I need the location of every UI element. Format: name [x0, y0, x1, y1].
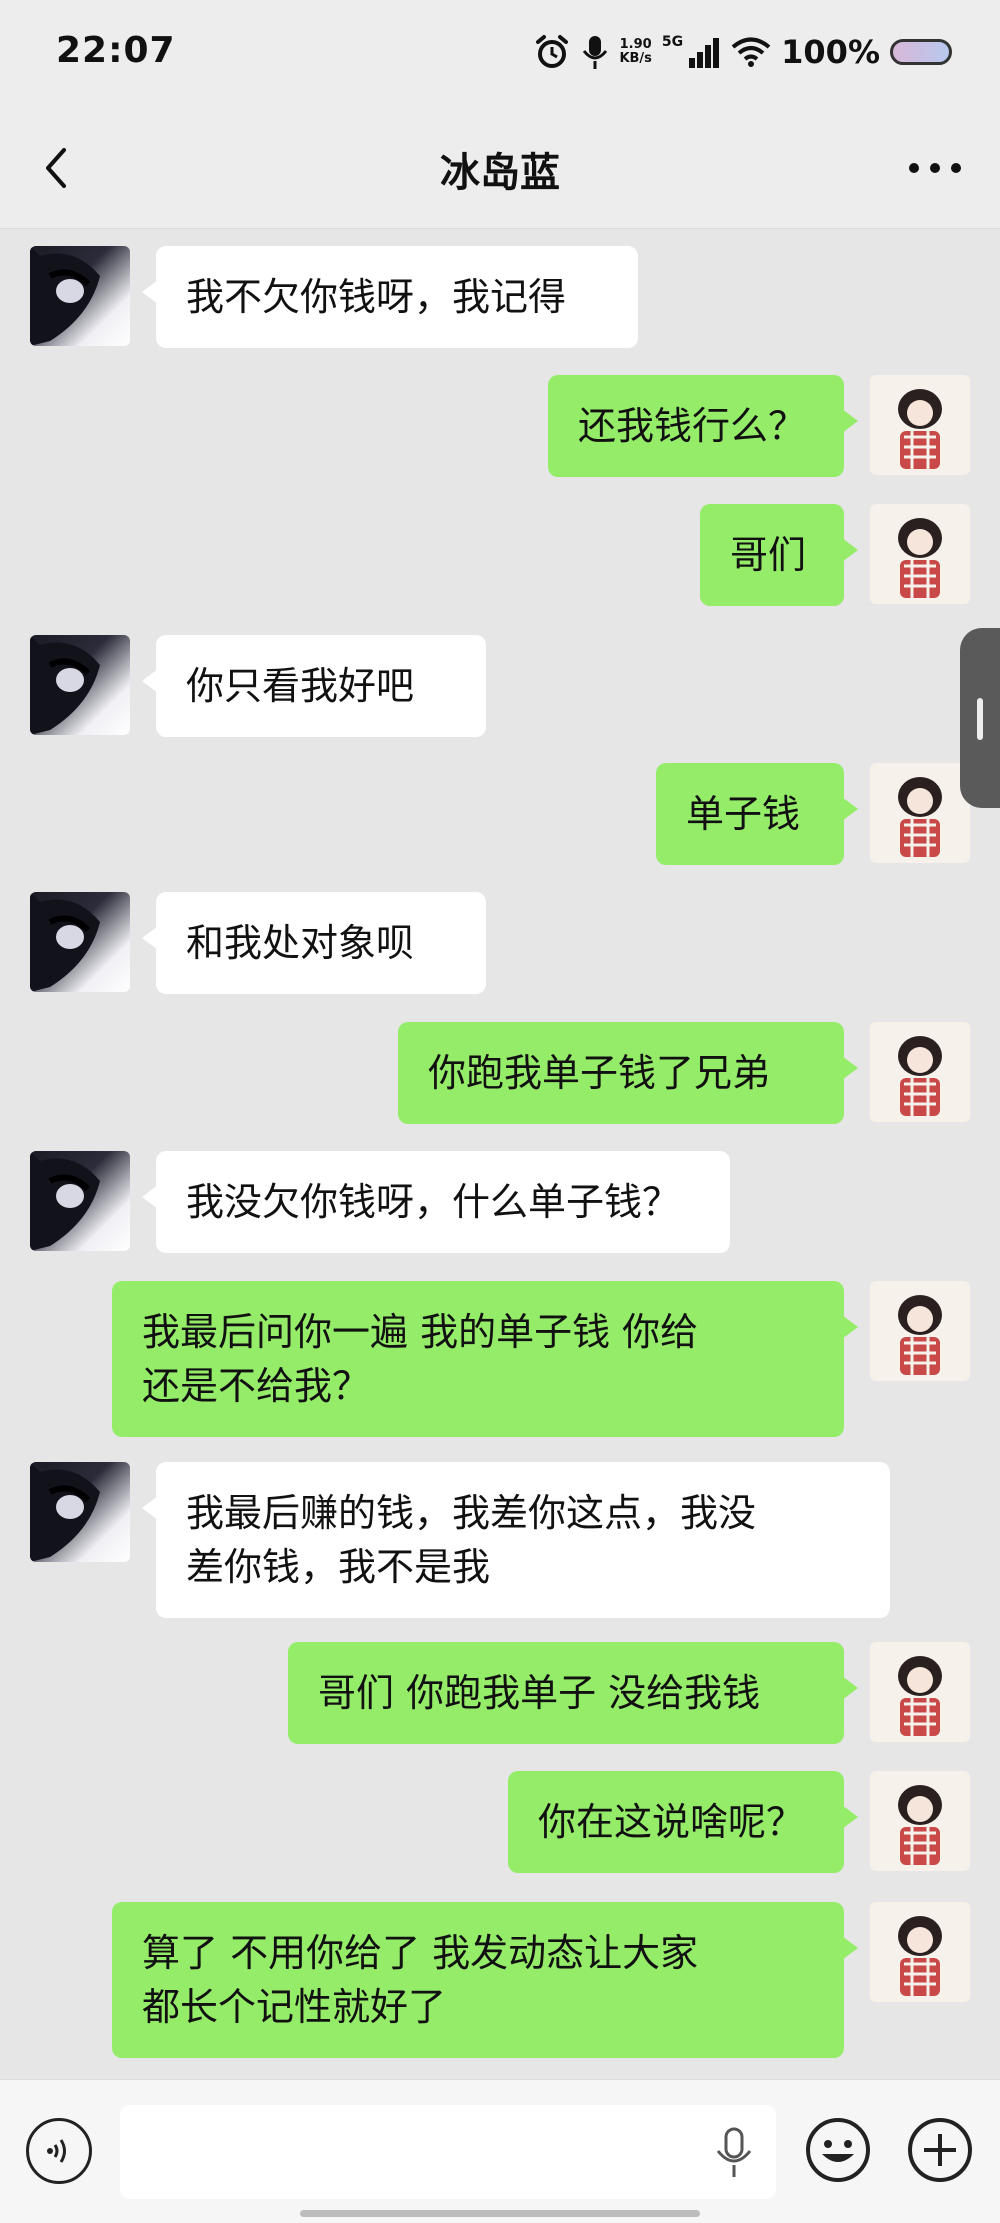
voice-input-button[interactable]: [26, 2118, 92, 2184]
side-scroll-handle[interactable]: [960, 628, 1000, 808]
wifi-icon: [731, 37, 771, 67]
home-indicator[interactable]: [300, 2210, 700, 2217]
received-message[interactable]: 我没欠你钱呀，什么单子钱？: [142, 1151, 730, 1253]
avatar-dark-figure-icon: [30, 1462, 100, 1562]
my-avatar[interactable]: [870, 1642, 970, 1742]
sent-message[interactable]: 你跑我单子钱了兄弟: [398, 1022, 858, 1124]
avatar-dark-figure-icon: [30, 1151, 100, 1251]
sent-message[interactable]: 还我钱行么？: [548, 375, 858, 477]
scroll-grip: [977, 698, 983, 740]
avatar-figure-icon: [898, 1656, 942, 1736]
sent-message[interactable]: 我最后问你一遍 我的单子钱 你给 还是不给我？: [112, 1281, 858, 1437]
cell-signal-icon: [689, 38, 720, 68]
avatar-figure-icon: [898, 1916, 942, 1996]
avatar-dark-figure-icon: [30, 246, 100, 346]
received-message[interactable]: 你只看我好吧: [142, 635, 486, 737]
sent-message[interactable]: 哥们: [700, 504, 858, 606]
more-dots-icon: [909, 163, 961, 173]
my-avatar[interactable]: [870, 1902, 970, 2002]
contact-avatar[interactable]: [30, 892, 130, 992]
my-avatar[interactable]: [870, 1771, 970, 1871]
net-speed-value: 1.90: [619, 37, 652, 52]
battery-icon: [890, 39, 952, 65]
avatar-figure-icon: [898, 1785, 942, 1865]
net-speed-unit: KB/s: [619, 51, 652, 66]
status-time: 22:07: [56, 30, 176, 71]
avatar-figure-icon: [898, 1036, 942, 1116]
received-message[interactable]: 我最后赚的钱，我差你这点，我没 差你钱，我不是我: [142, 1462, 890, 1618]
contact-avatar[interactable]: [30, 246, 130, 346]
mic-status-icon: [583, 36, 608, 69]
avatar-figure-icon: [898, 518, 942, 598]
chat-header: 冰岛蓝: [0, 110, 1000, 229]
sent-message[interactable]: 你在这说啥呢？: [508, 1771, 858, 1873]
my-avatar[interactable]: [870, 504, 970, 604]
my-avatar[interactable]: [870, 763, 970, 863]
plus-icon[interactable]: [906, 2116, 974, 2184]
chat-title: 冰岛蓝: [440, 150, 560, 196]
avatar-dark-figure-icon: [30, 635, 100, 735]
contact-avatar[interactable]: [30, 635, 130, 735]
status-bar: 22:07 1.90 KB/s 5G 100%: [0, 0, 1000, 110]
more-button[interactable]: [900, 140, 970, 196]
sent-message[interactable]: 哥们 你跑我单子 没给我钱: [288, 1642, 858, 1744]
avatar-figure-icon: [898, 389, 942, 469]
contact-avatar[interactable]: [30, 1151, 130, 1251]
voice-input-icon: [47, 2139, 66, 2163]
my-avatar[interactable]: [870, 1281, 970, 1381]
sent-message[interactable]: 单子钱: [656, 763, 858, 865]
status-icons: 1.90 KB/s 5G 100%: [533, 32, 952, 72]
network-type: 5G: [661, 34, 684, 50]
message-input[interactable]: [120, 2105, 776, 2199]
net-speed: 1.90 KB/s: [619, 38, 651, 66]
my-avatar[interactable]: [870, 375, 970, 475]
alarm-icon: [536, 35, 569, 68]
chat-area[interactable]: 我不欠你钱呀，我记得还我钱行么？ 哥们你只看我好吧单子钱和我处对象呗你跑我单子钱了…: [0, 229, 1000, 2079]
input-bar: [0, 2079, 1000, 2223]
avatar-dark-figure-icon: [30, 892, 100, 992]
battery-percent: 100%: [781, 33, 880, 71]
received-message[interactable]: 和我处对象呗: [142, 892, 486, 994]
my-avatar[interactable]: [870, 1022, 970, 1122]
avatar-figure-icon: [898, 1295, 942, 1375]
sent-message[interactable]: 算了 不用你给了 我发动态让大家 都长个记性就好了: [112, 1902, 858, 2058]
contact-avatar[interactable]: [30, 1462, 130, 1562]
emoji-icon[interactable]: [804, 2116, 872, 2184]
microphone-icon[interactable]: [712, 2125, 756, 2181]
avatar-figure-icon: [898, 777, 942, 857]
received-message[interactable]: 我不欠你钱呀，我记得: [142, 246, 638, 348]
